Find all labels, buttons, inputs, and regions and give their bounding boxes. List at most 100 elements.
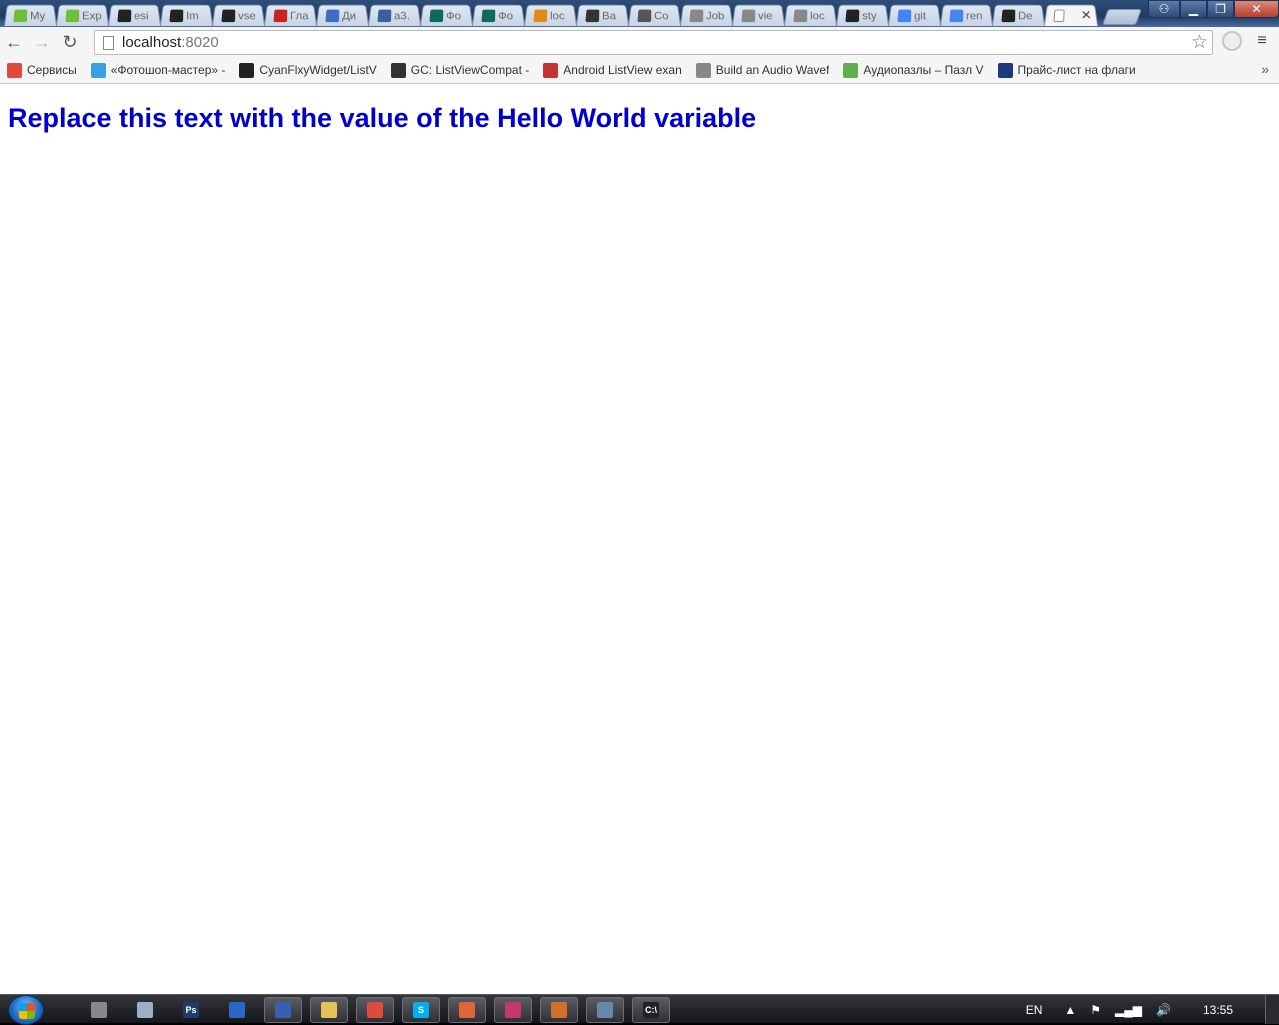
taskbar-app[interactable] [264, 997, 302, 1023]
bookmark-label: Build an Audio Wavef [715, 63, 830, 77]
bookmark-item[interactable]: Аудиопазлы – Пазл V [843, 62, 984, 78]
window-controls: ⚇ ▁ ❐ ✕ [1148, 0, 1279, 18]
reload-button[interactable]: ↻ [56, 28, 84, 56]
tab-title: Job [706, 9, 725, 22]
browser-tab[interactable]: vse [212, 4, 265, 26]
page-icon [741, 9, 756, 22]
tray-expand-icon[interactable]: ▲ [1064, 1003, 1076, 1017]
taskbar-app[interactable]: S [402, 997, 440, 1023]
maximize-button[interactable]: ❐ [1207, 0, 1234, 18]
browser-tab[interactable]: Co [628, 4, 681, 26]
new-tab-button[interactable] [1102, 9, 1142, 25]
page-heading: Replace this text with the value of the … [8, 103, 757, 133]
bookmark-label: «Фотошоп-мастер» - [110, 63, 226, 77]
forward-button[interactable]: → [28, 28, 56, 56]
action-center-icon[interactable]: ⚑ [1090, 1003, 1101, 1017]
toolbar: ← → ↻ localhost:8020 ☆ ≡ [0, 27, 1279, 57]
tab-title: ren [966, 9, 983, 22]
url-host: localhost [122, 34, 182, 51]
language-indicator[interactable]: EN [1026, 1003, 1043, 1017]
browser-window: My Exp esi Im vse Гла Ди a3. Фо Фо loc Ba Co Job vie lo… [0, 0, 1279, 994]
bookmark-item[interactable]: «Фотошоп-мастер» - [90, 62, 226, 78]
browser-tab[interactable]: sty [836, 4, 889, 26]
browser-tab[interactable]: Ди [316, 4, 369, 26]
taskbar-app[interactable] [540, 997, 578, 1023]
browser-tab[interactable]: a3. [368, 4, 421, 26]
browser-tab[interactable]: Exp [56, 4, 109, 26]
volume-icon[interactable]: 🔊 [1156, 1003, 1171, 1017]
browser-tab[interactable]: ren [940, 4, 993, 26]
fm-icon [90, 62, 106, 78]
tabs-container: My Exp esi Im vse Гла Ди a3. Фо Фо loc Ba Co Job vie lo… [4, 2, 1142, 27]
browser-tab[interactable]: Фо [420, 4, 473, 26]
taskbar-app[interactable]: Ps [172, 997, 210, 1023]
page-icon [1053, 9, 1065, 22]
question-icon [543, 62, 559, 78]
windows-logo-icon [19, 1003, 35, 1019]
browser-tab[interactable]: loc [784, 4, 837, 26]
chat-icon [325, 9, 340, 22]
taskbar-app[interactable] [218, 997, 256, 1023]
taskbar-app[interactable] [494, 997, 532, 1023]
tab-title: Co [654, 9, 670, 22]
browser-tab[interactable]: Job [680, 4, 733, 26]
tab-title: Фо [498, 9, 514, 22]
back-button[interactable]: ← [0, 28, 28, 56]
taskbar-app[interactable] [448, 997, 486, 1023]
bookmark-label: CyanFlxyWidget/ListV [259, 63, 377, 77]
bookmark-item[interactable]: CyanFlxyWidget/ListV [239, 62, 377, 78]
gc-icon [390, 62, 406, 78]
clock[interactable]: 13:55 [1203, 1003, 1233, 1017]
google-icon [897, 9, 912, 22]
close-window-button[interactable]: ✕ [1234, 0, 1279, 18]
address-bar[interactable]: localhost:8020 ☆ [94, 30, 1213, 55]
bookmark-item[interactable]: GC: ListViewCompat - [390, 62, 530, 78]
browser-tab[interactable]: Гла [264, 4, 317, 26]
tab-strip: My Exp esi Im vse Гла Ди a3. Фо Фо loc Ba Co Job vie lo… [0, 0, 1279, 27]
p-icon [997, 62, 1013, 78]
browser-tab[interactable]: git [888, 4, 941, 26]
browser-tab[interactable]: Im [160, 4, 213, 26]
bookmark-item[interactable]: Android ListView exan [543, 62, 682, 78]
browser-tab[interactable]: esi [108, 4, 161, 26]
puzzle-icon [843, 62, 859, 78]
github-icon [221, 9, 236, 22]
g-icon [429, 9, 444, 22]
taskbar-app[interactable] [356, 997, 394, 1023]
tab-title: vse [238, 9, 257, 22]
photoshop-icon: Ps [183, 1002, 199, 1018]
bookmark-item[interactable]: Build an Audio Wavef [695, 62, 830, 78]
taskbar-app[interactable]: C:\ [632, 997, 670, 1023]
show-desktop-button[interactable] [1265, 995, 1279, 1024]
browser-tab[interactable]: Ba [576, 4, 629, 26]
browser-tab[interactable]: vie [732, 4, 785, 26]
extension-icon[interactable] [1222, 31, 1242, 51]
github-icon [169, 9, 184, 22]
taskbar-app[interactable] [310, 997, 348, 1023]
bookmark-item[interactable]: Сервисы [7, 62, 77, 78]
browser-tab[interactable]: De [992, 4, 1045, 26]
active-tab[interactable]: ✕ [1044, 4, 1098, 26]
browser-tab[interactable]: loc [524, 4, 577, 26]
browser-tab[interactable]: Фо [472, 4, 525, 26]
taskbar-app[interactable] [586, 997, 624, 1023]
bookmark-item[interactable]: Прайс-лист на флаги [997, 62, 1136, 78]
bookmarks-overflow-button[interactable]: » [1261, 61, 1269, 77]
taskbar-app[interactable] [80, 997, 118, 1023]
sublime-icon [551, 1002, 567, 1018]
close-tab-icon[interactable]: ✕ [1080, 8, 1092, 23]
page-icon [793, 9, 808, 22]
start-button[interactable] [8, 995, 44, 1025]
menu-icon[interactable]: ≡ [1254, 33, 1270, 49]
user-profile-icon[interactable]: ⚇ [1148, 0, 1180, 18]
tab-title: esi [134, 9, 150, 22]
app-icon-1 [91, 1002, 107, 1018]
minimize-button[interactable]: ▁ [1180, 0, 1207, 18]
browser-tab[interactable]: My [4, 4, 57, 26]
network-icon[interactable]: ▂▄▆ [1115, 1003, 1142, 1017]
bookmark-star-icon[interactable]: ☆ [1191, 31, 1208, 54]
taskbar-app[interactable] [126, 997, 164, 1023]
anchor-icon [273, 9, 288, 22]
bookmark-label: GC: ListViewCompat - [410, 63, 530, 77]
up-icon [65, 9, 80, 22]
